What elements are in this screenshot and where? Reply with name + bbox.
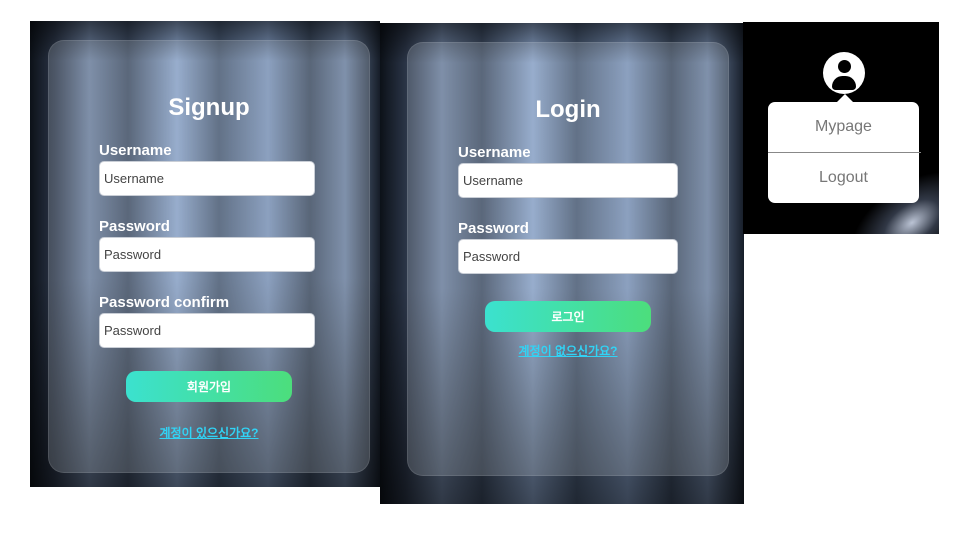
login-panel: Login Username Password 로그인 계정이 없으신가요?: [380, 23, 744, 504]
avatar-body: [832, 76, 856, 90]
avatar-head: [838, 60, 851, 73]
login-submit-button[interactable]: 로그인: [485, 301, 651, 332]
login-title: Login: [535, 96, 601, 123]
signup-password-label: Password: [99, 218, 170, 235]
profile-dropdown-menu: Mypage Logout: [768, 102, 921, 203]
signup-title: Signup: [168, 94, 250, 121]
signup-card: Signup Username Password Password confir…: [48, 40, 370, 473]
signup-panel: Signup Username Password Password confir…: [30, 21, 380, 487]
user-circle-icon[interactable]: [823, 52, 865, 94]
signup-confirm-label: Password confirm: [99, 294, 230, 311]
signup-username-input[interactable]: [99, 161, 315, 196]
login-password-label: Password: [458, 220, 529, 237]
login-card: Login Username Password 로그인 계정이 없으신가요?: [407, 42, 729, 476]
menu-item-mypage[interactable]: Mypage: [768, 102, 919, 152]
go-to-signup-link[interactable]: 계정이 없으신가요?: [408, 342, 728, 359]
signup-username-label: Username: [99, 142, 172, 159]
login-username-label: Username: [458, 144, 531, 161]
menu-item-logout[interactable]: Logout: [768, 153, 919, 203]
signup-submit-button[interactable]: 회원가입: [126, 371, 292, 402]
login-password-input[interactable]: [458, 239, 678, 274]
signup-confirm-input[interactable]: [99, 313, 315, 348]
dropdown-caret: [837, 94, 853, 102]
profile-panel: Mypage Logout: [743, 22, 939, 234]
go-to-login-link[interactable]: 계정이 있으신가요?: [49, 424, 369, 441]
login-username-input[interactable]: [458, 163, 678, 198]
signup-password-input[interactable]: [99, 237, 315, 272]
